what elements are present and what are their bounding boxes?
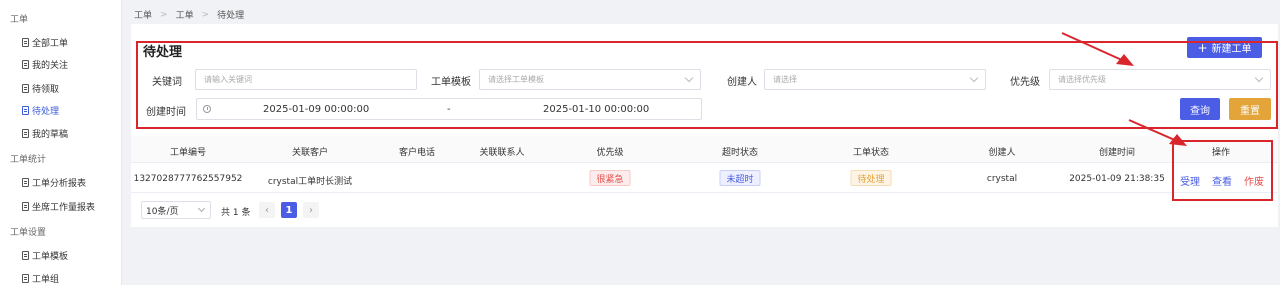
document-icon — [22, 129, 29, 138]
view-action[interactable]: 查看 — [1212, 173, 1232, 188]
created-time-label: 创建时间 — [146, 107, 186, 118]
document-icon — [22, 202, 29, 211]
sidebar-group-ticket: 工单 — [10, 15, 29, 25]
sidebar-item-drafts[interactable]: 我的草稿 — [22, 127, 68, 140]
column-header: 优先级 — [596, 148, 624, 158]
document-icon — [22, 84, 29, 93]
sidebar-item-to-claim[interactable]: 待领取 — [22, 82, 59, 95]
priority-badge: 很紧急 — [589, 170, 631, 186]
breadcrumb-current: 待处理 — [217, 11, 245, 21]
query-button[interactable]: 查询 — [1180, 98, 1220, 120]
creator-label: 创建人 — [727, 77, 757, 88]
document-icon — [22, 60, 29, 69]
column-header: 工单编号 — [169, 148, 207, 158]
ticket-id-cell: 1327028777762557952 — [133, 174, 243, 184]
creator-select[interactable]: 请选择 — [764, 69, 986, 90]
chevron-right-icon: > — [201, 9, 210, 20]
page-size-select[interactable]: 10条/页 — [141, 201, 211, 219]
accept-action[interactable]: 受理 — [1180, 173, 1200, 188]
sidebar-item-templates[interactable]: 工单模板 — [22, 249, 68, 262]
chevron-right-icon: > — [160, 9, 168, 20]
prev-page-button[interactable]: ‹ — [259, 202, 275, 218]
date-separator: - — [447, 104, 451, 115]
column-header: 操作 — [1211, 148, 1231, 158]
chevron-down-icon — [969, 73, 979, 83]
keyword-label: 关键词 — [152, 77, 182, 88]
column-header: 关联联系人 — [479, 148, 525, 158]
column-header: 超时状态 — [721, 148, 759, 158]
sidebar-group-settings: 工单设置 — [10, 228, 47, 238]
document-icon — [22, 106, 29, 115]
breadcrumb: 工单 > 工单 > 待处理 — [134, 8, 245, 22]
breadcrumb-item[interactable]: 工单 — [134, 8, 152, 21]
document-icon — [22, 38, 29, 47]
new-ticket-button[interactable]: + 新建工单 — [1187, 37, 1262, 58]
template-label: 工单模板 — [431, 77, 471, 88]
document-icon — [22, 251, 29, 260]
column-header: 客户电话 — [398, 148, 436, 158]
sidebar-group-stats: 工单统计 — [10, 155, 47, 165]
sidebar-item-pending[interactable]: 待处理 — [22, 104, 59, 117]
document-icon — [22, 274, 29, 283]
priority-label: 优先级 — [1010, 77, 1040, 88]
column-header: 创建时间 — [1098, 148, 1136, 158]
plus-icon: + — [1197, 40, 1208, 55]
sidebar: 工单 全部工单 我的关注 待领取 待处理 我的草稿 工单统计 工单分析报表 坐席… — [0, 0, 122, 285]
template-select[interactable]: 请选择工单模板 — [479, 69, 701, 90]
total-count: 共 1 条 — [221, 208, 251, 218]
main-card — [131, 24, 1278, 227]
sidebar-item-groups[interactable]: 工单组 — [22, 272, 59, 285]
priority-select[interactable]: 请选择优先级 — [1049, 69, 1271, 90]
row-divider — [131, 192, 1278, 193]
reset-button[interactable]: 重置 — [1229, 98, 1271, 120]
chevron-down-icon — [197, 204, 206, 213]
void-action[interactable]: 作废 — [1244, 173, 1264, 188]
sidebar-item-workload-report[interactable]: 坐席工作量报表 — [22, 200, 95, 213]
sidebar-item-analysis-report[interactable]: 工单分析报表 — [22, 176, 86, 189]
sidebar-item-all-tickets[interactable]: 全部工单 — [22, 36, 68, 49]
page-title: 待处理 — [143, 45, 183, 60]
keyword-input[interactable]: 请输入关键词 — [195, 69, 417, 90]
sidebar-item-my-follow[interactable]: 我的关注 — [22, 58, 68, 71]
customer-cell: crystal工单时长测试 — [267, 177, 353, 187]
timeout-badge: 未超时 — [719, 170, 761, 186]
chevron-down-icon — [1254, 73, 1264, 83]
column-header: 创建人 — [988, 148, 1016, 158]
page-number-button[interactable]: 1 — [281, 202, 297, 218]
creator-cell: crystal — [986, 174, 1018, 184]
date-end[interactable]: 2025-01-10 00:00:00 — [543, 104, 649, 115]
document-icon — [22, 178, 29, 187]
status-badge: 待处理 — [850, 170, 892, 186]
created-time-range-picker[interactable]: 2025-01-09 00:00:00 - 2025-01-10 00:00:0… — [196, 98, 702, 120]
column-header: 工单状态 — [852, 148, 890, 158]
chevron-down-icon — [684, 73, 694, 83]
next-page-button[interactable]: › — [303, 202, 319, 218]
breadcrumb-item[interactable]: 工单 — [176, 8, 194, 21]
column-header: 关联客户 — [291, 148, 329, 158]
created-time-cell: 2025-01-09 21:38:35 — [1069, 174, 1165, 184]
clock-icon — [203, 105, 211, 113]
date-start[interactable]: 2025-01-09 00:00:00 — [263, 104, 369, 115]
